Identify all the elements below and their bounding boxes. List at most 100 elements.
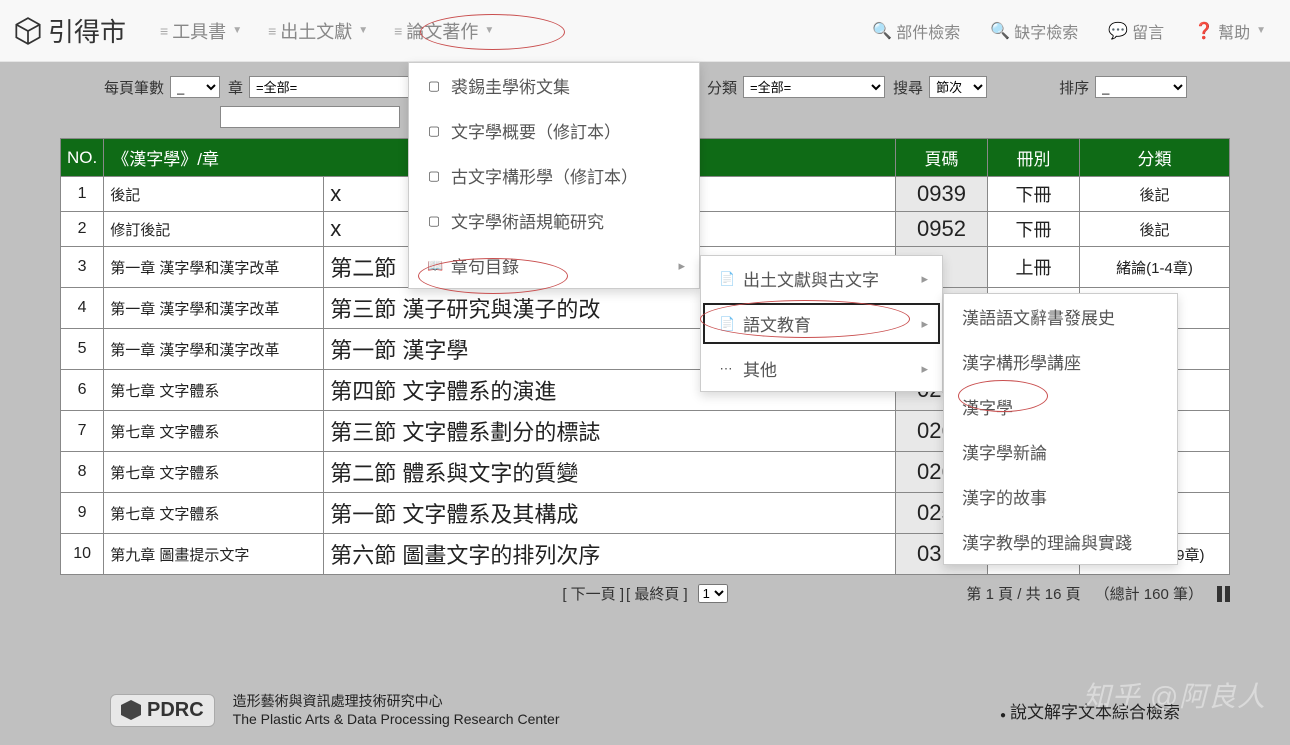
nav-label: 出土文獻 bbox=[280, 18, 352, 44]
nav-label: 工具書 bbox=[172, 18, 226, 44]
item-icon: 📖 bbox=[427, 258, 441, 274]
search-select[interactable]: 節次 bbox=[929, 76, 987, 98]
dropdown-item[interactable]: 漢字構形學講座 bbox=[944, 339, 1177, 384]
cell-no: 8 bbox=[61, 452, 104, 493]
item-label: 語文教育 bbox=[743, 311, 811, 336]
cell-chapter: 第一章 漢字學和漢字改革 bbox=[104, 288, 324, 329]
category-label: 分類 bbox=[707, 77, 737, 98]
nav-label: 幫助 bbox=[1218, 19, 1250, 43]
footer-text: 造形藝術與資訊處理技術研究中心 The Plastic Arts & Data … bbox=[233, 692, 560, 728]
footer-line2: The Plastic Arts & Data Processing Resea… bbox=[233, 710, 560, 728]
pager-page-select[interactable]: 1 bbox=[698, 584, 728, 603]
pdrc-badge[interactable]: PDRC bbox=[110, 694, 215, 727]
dropdown-item[interactable]: ▢裘錫圭學術文集 bbox=[409, 63, 699, 108]
dropdown-item[interactable]: ▢古文字構形學（修訂本） bbox=[409, 153, 699, 198]
item-label: 文字學術語規範研究 bbox=[451, 208, 604, 233]
cell-chapter: 第一章 漢字學和漢字改革 bbox=[104, 247, 324, 288]
col-vol: 冊別 bbox=[988, 139, 1080, 177]
dropdown-item[interactable]: 漢字學 bbox=[944, 384, 1177, 429]
pager-next[interactable]: [ 下一頁 ] bbox=[562, 583, 624, 604]
cell-no: 4 bbox=[61, 288, 104, 329]
caret-down-icon: ▼ bbox=[358, 25, 368, 36]
category-select[interactable]: =全部= bbox=[743, 76, 885, 98]
cell-section: 第一節 文字體系及其構成 bbox=[324, 493, 896, 534]
top-navbar: 引得市 ≡工具書▼ ≡出土文獻▼ ≡論文著作▼ 🔍部件檢索 🔍缺字檢索 💬留言 … bbox=[0, 0, 1290, 62]
col-page: 頁碼 bbox=[896, 139, 988, 177]
caret-down-icon: ▼ bbox=[484, 25, 494, 36]
pager-row: [ 下一頁 ] [ 最終頁 ] 1 第 1 頁 / 共 16 頁 （總計 160… bbox=[60, 583, 1230, 604]
pager-last[interactable]: [ 最終頁 ] bbox=[626, 583, 688, 604]
nav-missing-search[interactable]: 🔍缺字檢索 bbox=[980, 13, 1088, 49]
nav-excavated[interactable]: ≡出土文獻 ▼ bbox=[258, 12, 378, 50]
dropdown-item[interactable]: 漢語語文辭書發展史 bbox=[944, 294, 1177, 339]
dropdown-item[interactable]: ⋯ 其他 bbox=[701, 346, 942, 391]
item-icon: ⋯ bbox=[719, 361, 733, 377]
item-icon: ▢ bbox=[427, 123, 441, 139]
cell-chapter: 第七章 文字體系 bbox=[104, 452, 324, 493]
cell-no: 5 bbox=[61, 329, 104, 370]
search-icon: 🔍 bbox=[872, 21, 892, 41]
footer-right-link[interactable]: 說文解字文本綜合檢索 bbox=[1000, 698, 1180, 723]
cell-page: 0939 bbox=[896, 177, 988, 212]
item-icon: ▢ bbox=[427, 78, 441, 94]
nav-label: 缺字檢索 bbox=[1014, 19, 1078, 43]
brand[interactable]: 引得市 bbox=[14, 12, 126, 49]
cell-no: 3 bbox=[61, 247, 104, 288]
nav-label: 部件檢索 bbox=[896, 19, 960, 43]
hamburger-icon: ≡ bbox=[268, 23, 276, 39]
item-label: 章句目錄 bbox=[451, 253, 519, 278]
cell-no: 1 bbox=[61, 177, 104, 212]
cell-chapter: 後記 bbox=[104, 177, 324, 212]
sort-label: 排序 bbox=[1059, 77, 1089, 98]
search-input[interactable] bbox=[220, 106, 400, 128]
cell-chapter: 第七章 文字體系 bbox=[104, 370, 324, 411]
sort-select[interactable]: _ bbox=[1095, 76, 1187, 98]
cell-chapter: 第七章 文字體系 bbox=[104, 411, 324, 452]
search-label: 搜尋 bbox=[893, 77, 923, 98]
cell-category: 後記 bbox=[1080, 212, 1230, 247]
cell-volume: 上冊 bbox=[988, 247, 1080, 288]
dropdown-item[interactable]: 📄出土文獻與古文字 bbox=[701, 256, 942, 301]
item-label: 漢字學 bbox=[962, 394, 1013, 419]
caret-down-icon: ▼ bbox=[1256, 25, 1266, 36]
pager-total: （總計 160 筆） bbox=[1095, 583, 1203, 604]
pause-icon[interactable] bbox=[1217, 586, 1230, 602]
nav-help[interactable]: ❓幫助▼ bbox=[1184, 13, 1276, 49]
chapter-label: 章 bbox=[228, 77, 243, 98]
dropdown-item[interactable]: ▢文字學術語規範研究 bbox=[409, 198, 699, 243]
cell-section: 第三節 文字體系劃分的標誌 bbox=[324, 411, 896, 452]
item-label: 漢字的故事 bbox=[962, 484, 1047, 509]
hamburger-icon: ≡ bbox=[160, 23, 168, 39]
cell-section: 第六節 圖畫文字的排列次序 bbox=[324, 534, 896, 575]
hamburger-icon: ≡ bbox=[394, 23, 402, 39]
cell-no: 2 bbox=[61, 212, 104, 247]
item-icon: ▢ bbox=[427, 168, 441, 184]
nav-component-search[interactable]: 🔍部件檢索 bbox=[862, 13, 970, 49]
per-page-select[interactable]: _ bbox=[170, 76, 220, 98]
nav-papers[interactable]: ≡論文著作 ▼ bbox=[384, 12, 504, 50]
dropdown-item[interactable]: 📄 語文教育 bbox=[701, 301, 942, 346]
cell-volume: 下冊 bbox=[988, 212, 1080, 247]
item-label: 其他 bbox=[743, 356, 777, 381]
nav-right-group: 🔍部件檢索 🔍缺字檢索 💬留言 ❓幫助▼ bbox=[862, 13, 1276, 49]
dropdown-language-edu: 漢語語文辭書發展史漢字構形學講座漢字學漢字學新論漢字的故事漢字教學的理論與實踐 bbox=[943, 293, 1178, 565]
dropdown-item[interactable]: 漢字學新論 bbox=[944, 429, 1177, 474]
pdrc-text: PDRC bbox=[147, 699, 204, 722]
cell-no: 6 bbox=[61, 370, 104, 411]
nav-label: 論文著作 bbox=[406, 18, 478, 44]
cell-volume: 下冊 bbox=[988, 177, 1080, 212]
dropdown-item[interactable]: 漢字的故事 bbox=[944, 474, 1177, 519]
cell-category: 緒論(1-4章) bbox=[1080, 247, 1230, 288]
dropdown-item[interactable]: ▢文字學概要（修訂本） bbox=[409, 108, 699, 153]
footer: PDRC 造形藝術與資訊處理技術研究中心 The Plastic Arts & … bbox=[0, 675, 1290, 745]
nav-left-group: ≡工具書▼ ≡出土文獻▼ ≡論文著作▼ bbox=[150, 12, 504, 50]
cell-no: 7 bbox=[61, 411, 104, 452]
nav-message[interactable]: 💬留言 bbox=[1098, 13, 1174, 49]
dropdown-item[interactable]: 📖 章句目錄 bbox=[409, 243, 699, 288]
item-icon: 📄 bbox=[719, 316, 733, 332]
cell-no: 10 bbox=[61, 534, 104, 575]
cube-icon bbox=[121, 700, 141, 720]
nav-tools[interactable]: ≡工具書▼ bbox=[150, 12, 252, 50]
dropdown-item[interactable]: 漢字教學的理論與實踐 bbox=[944, 519, 1177, 564]
dropdown-papers: ▢裘錫圭學術文集▢文字學概要（修訂本）▢古文字構形學（修訂本）▢文字學術語規範研… bbox=[408, 62, 700, 289]
